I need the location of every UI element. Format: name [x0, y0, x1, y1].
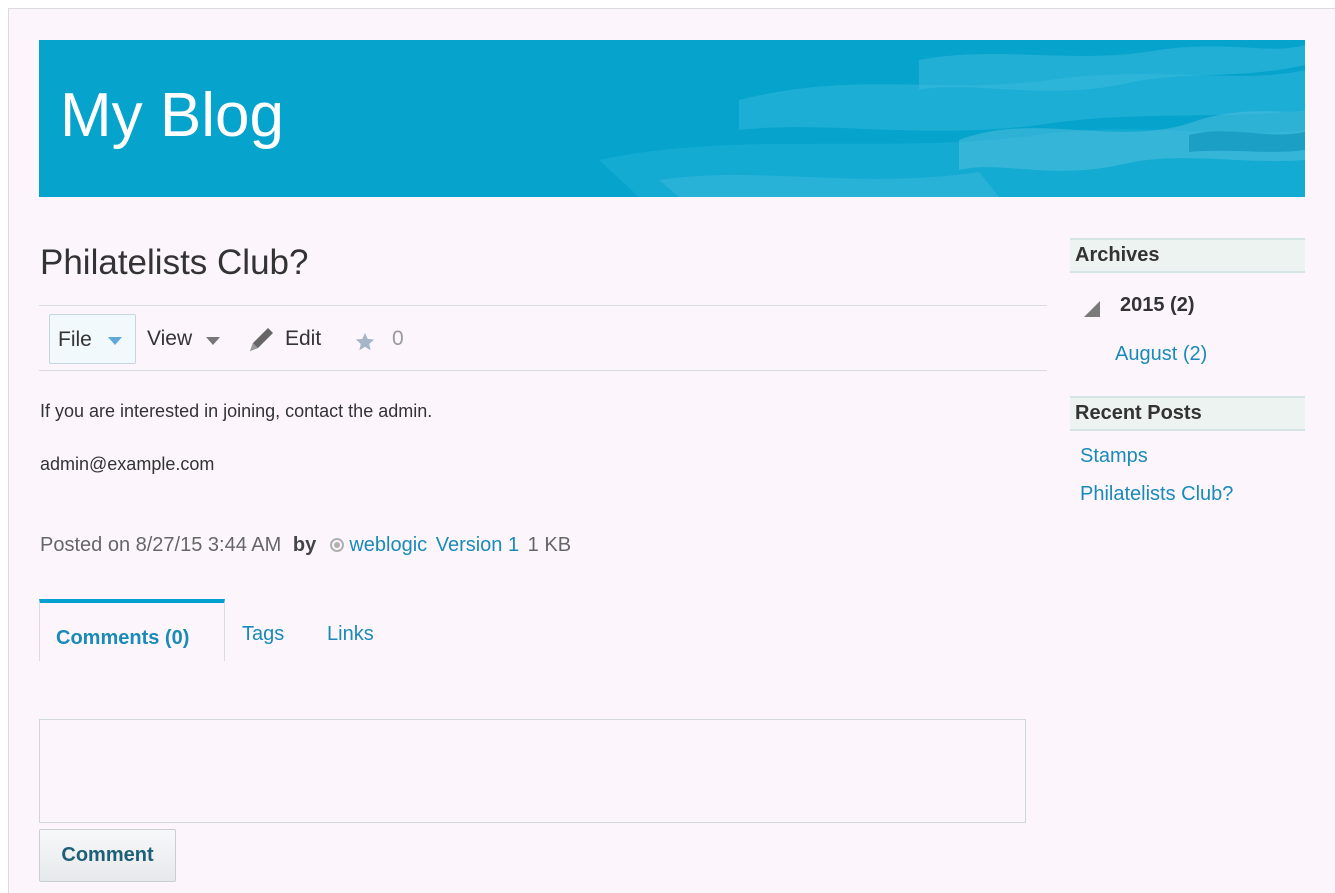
file-size: 1 KB [527, 534, 572, 556]
page: My Blog Philatelists Club? File View Edi… [8, 8, 1335, 893]
file-menu-label: File [58, 328, 92, 351]
post-toolbar: File View Edit 0 [39, 305, 1047, 371]
view-menu-label: View [147, 327, 193, 350]
edit-label: Edit [285, 327, 322, 350]
comment-input[interactable] [39, 719, 1026, 823]
author-link[interactable]: weblogic [349, 534, 427, 556]
view-menu-button[interactable]: View [146, 314, 231, 364]
pencil-icon [250, 328, 273, 351]
archives-header: Archives [1070, 238, 1305, 273]
tab-tags[interactable]: Tags [225, 599, 295, 661]
tab-comments-label: Comments (0) [56, 627, 190, 649]
archive-month-august[interactable]: August (2) [1115, 343, 1207, 366]
user-status-icon [329, 538, 344, 552]
posted-date: Posted on 8/27/15 3:44 AM [40, 534, 282, 556]
triangle-expanded-icon[interactable] [1082, 299, 1102, 319]
recent-post-link[interactable]: Philatelists Club? [1080, 483, 1233, 506]
recent-posts-header: Recent Posts [1070, 396, 1305, 431]
post-body-paragraph: If you are interested in joining, contac… [40, 401, 433, 421]
file-menu-button[interactable]: File [49, 314, 136, 364]
recent-post-link[interactable]: Stamps [1080, 445, 1148, 468]
tab-links[interactable]: Links [309, 599, 389, 661]
rating-count: 0 [392, 327, 404, 350]
rating-button[interactable]: 0 [354, 314, 414, 364]
by-label: by [292, 534, 317, 556]
edit-button[interactable]: Edit [246, 314, 336, 364]
star-icon [355, 332, 375, 351]
blog-banner: My Blog [39, 40, 1305, 197]
archive-year-2015[interactable]: 2015 (2) [1120, 294, 1195, 317]
comment-button[interactable]: Comment [39, 829, 176, 882]
chevron-down-icon [206, 337, 220, 345]
tab-comments[interactable]: Comments (0) [39, 599, 225, 661]
version-link[interactable]: Version 1 [436, 534, 519, 556]
post-meta: Posted on 8/27/15 3:44 AM by weblogic Ve… [40, 534, 571, 557]
tab-tags-label: Tags [242, 623, 285, 645]
blog-title: My Blog [60, 81, 284, 150]
post-title: Philatelists Club? [40, 243, 309, 282]
tab-links-label: Links [327, 623, 374, 645]
post-body-email: admin@example.com [40, 454, 215, 474]
chevron-down-icon [108, 337, 122, 345]
